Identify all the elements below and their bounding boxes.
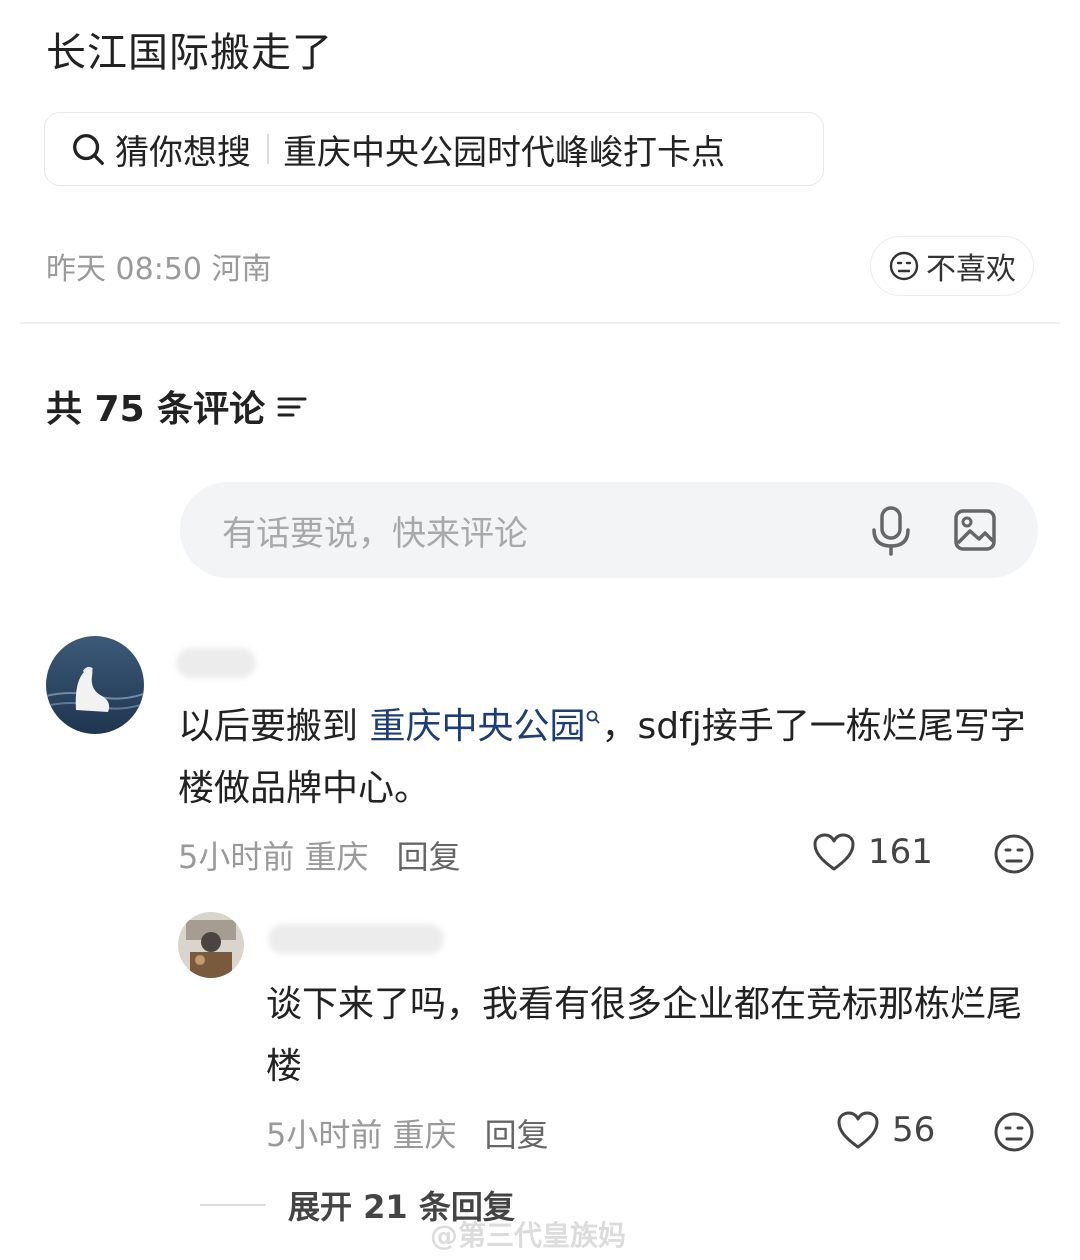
meh-face-icon[interactable] — [992, 832, 1036, 876]
comment-meta: 5小时前 重庆 回复 — [178, 832, 461, 878]
comment-meta-time: 5小时前 重庆 — [266, 1110, 457, 1156]
heart-icon — [813, 833, 855, 871]
comment-count-label: 共 75 条评论 — [46, 389, 266, 430]
topic-link-text: 重庆中央公园 — [369, 706, 586, 747]
comment-location: 重庆 — [304, 838, 369, 876]
heart-icon — [837, 1111, 879, 1149]
suggest-label: 猜你想搜 — [115, 132, 251, 173]
comment-location: 重庆 — [392, 1116, 457, 1154]
comment-text: 以后要搬到 重庆中央公园 ，sdfj接手了一栋烂尾写字楼做品牌中心。 — [178, 696, 1028, 820]
comment-time: 5小时前 — [266, 1116, 383, 1154]
like-button[interactable]: 56 — [836, 1110, 935, 1150]
dislike-button[interactable]: 不喜欢 — [870, 236, 1034, 296]
swan-avatar-image — [46, 636, 144, 734]
search-icon — [73, 134, 104, 165]
suggest-query[interactable]: 重庆中央公园时代峰峻打卡点 — [283, 125, 725, 174]
post-meta: 昨天 08:50 河南 — [46, 252, 272, 287]
comment-meta-time: 5小时前 重庆 — [178, 832, 369, 878]
topic-link[interactable]: 重庆中央公园 — [369, 706, 601, 747]
image-icon[interactable] — [952, 507, 998, 553]
comment-input[interactable]: 有话要说，快来评论 — [180, 482, 1038, 578]
username-redacted[interactable] — [176, 648, 256, 678]
divider — [20, 322, 1060, 324]
search-suggestion[interactable]: 猜你想搜 重庆中央公园时代峰峻打卡点 — [44, 112, 824, 186]
like-count: 56 — [892, 1110, 936, 1150]
meh-face-icon[interactable] — [992, 1110, 1036, 1154]
watermark: @第三代皇族妈 — [430, 1219, 627, 1252]
expand-line — [200, 1204, 266, 1206]
post-title: 长江国际搬走了 — [46, 30, 333, 76]
separator — [267, 134, 269, 164]
avatar[interactable] — [46, 636, 144, 734]
comment-meta: 5小时前 重庆 回复 — [266, 1110, 549, 1156]
comment-text-part: 以后要搬到 — [178, 706, 370, 747]
microphone-icon[interactable] — [868, 504, 914, 556]
username-redacted[interactable] — [268, 924, 444, 954]
meh-face-icon — [889, 251, 919, 281]
like-count: 161 — [868, 832, 933, 872]
avatar[interactable] — [178, 912, 244, 978]
reply-avatar-image — [178, 912, 244, 978]
comment-count[interactable]: 共 75 条评论 — [46, 380, 309, 432]
reply-button[interactable]: 回复 — [485, 1110, 549, 1156]
like-button[interactable]: 161 — [812, 832, 933, 872]
reply-button[interactable]: 回复 — [397, 832, 461, 878]
sort-icon[interactable] — [275, 391, 309, 421]
dislike-label: 不喜欢 — [926, 252, 1016, 287]
comment-text: 谈下来了吗，我看有很多企业都在竞标那栋烂尾楼 — [266, 984, 1023, 1087]
search-small-icon — [587, 710, 601, 724]
comment-time: 5小时前 — [178, 838, 295, 876]
comment-placeholder: 有话要说，快来评论 — [222, 513, 528, 554]
